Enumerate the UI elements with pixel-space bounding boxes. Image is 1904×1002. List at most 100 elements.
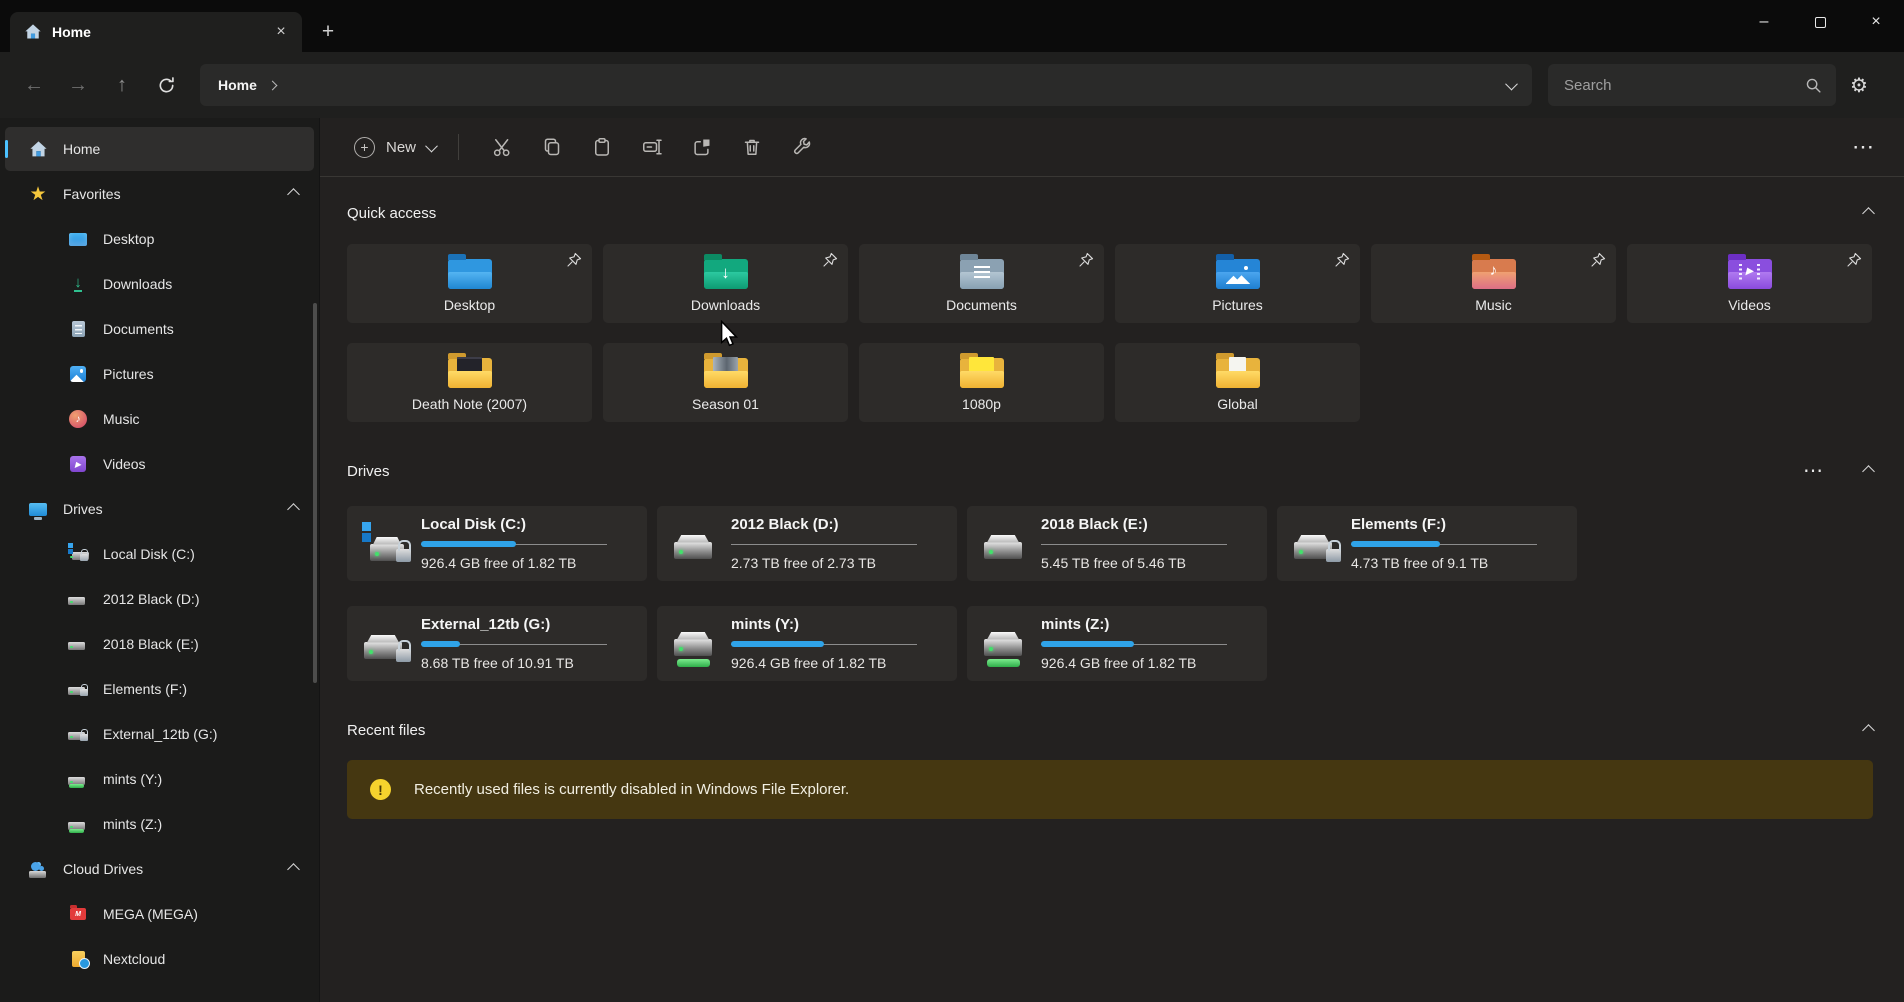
main-content: + New <box>320 118 1904 1002</box>
address-dropdown-icon[interactable] <box>1505 77 1518 90</box>
collapse-icon[interactable] <box>287 188 300 201</box>
home-icon <box>27 138 49 160</box>
sidebar-item-label: mints (Y:) <box>103 771 162 787</box>
sidebar-item-downloads[interactable]: ↓ Downloads <box>5 262 314 306</box>
collapse-icon[interactable] <box>287 863 300 876</box>
sidebar-item-documents[interactable]: Documents <box>5 307 314 351</box>
rename-button[interactable] <box>627 127 677 167</box>
sidebar-item-elements-f[interactable]: Elements (F:) <box>5 667 314 711</box>
drive-name: Elements (F:) <box>1351 516 1559 533</box>
drive-card-y[interactable]: mints (Y:) 926.4 GB free of 1.82 TB <box>657 606 957 681</box>
music-folder-icon: ♪ <box>1470 250 1518 292</box>
collapse-icon[interactable] <box>1862 207 1875 220</box>
sidebar-item-pictures[interactable]: Pictures <box>5 352 314 396</box>
tile-videos[interactable]: ▶ Videos <box>1627 244 1872 323</box>
sidebar-item-mega[interactable]: M MEGA (MEGA) <box>5 892 314 936</box>
drive-card-e[interactable]: 2018 Black (E:) 5.45 TB free of 5.46 TB <box>967 506 1267 581</box>
drive-card-f[interactable]: Elements (F:) 4.73 TB free of 9.1 TB <box>1277 506 1577 581</box>
network-drive-icon <box>67 813 89 835</box>
address-bar[interactable]: Home <box>200 64 1532 106</box>
back-button[interactable]: ← <box>12 65 56 105</box>
window-controls: – × <box>1736 0 1904 44</box>
collapse-icon[interactable] <box>1862 465 1875 478</box>
drive-card-c[interactable]: Local Disk (C:) 926.4 GB free of 1.82 TB <box>347 506 647 581</box>
tab-home[interactable]: Home × <box>10 12 302 52</box>
folder-icon <box>1214 349 1262 391</box>
documents-icon <box>67 318 89 340</box>
section-title: Quick access <box>347 205 436 222</box>
minimize-button[interactable]: – <box>1736 0 1792 44</box>
toolbar-more-button[interactable]: ⋯ <box>1852 136 1874 158</box>
drive-free-space: 926.4 GB free of 1.82 TB <box>421 555 629 571</box>
wrench-icon <box>792 137 812 157</box>
sidebar-item-2012-black-d[interactable]: 2012 Black (D:) <box>5 577 314 621</box>
drives-more-button[interactable]: ⋯ <box>1803 461 1824 481</box>
recent-files-header: Recent files <box>347 722 1873 739</box>
drive-free-space: 926.4 GB free of 1.82 TB <box>1041 655 1249 671</box>
cut-button[interactable] <box>477 127 527 167</box>
up-button[interactable]: ↑ <box>100 65 144 105</box>
sidebar-section-drives[interactable]: Drives <box>5 487 314 531</box>
refresh-icon <box>157 76 176 95</box>
breadcrumb[interactable]: Home <box>218 77 257 93</box>
drive-card-z[interactable]: mints (Z:) 926.4 GB free of 1.82 TB <box>967 606 1267 681</box>
network-drive-icon <box>981 620 1033 668</box>
tile-death-note[interactable]: Death Note (2007) <box>347 343 592 422</box>
tile-label: 1080p <box>867 396 1096 412</box>
pin-icon <box>1334 252 1350 268</box>
sidebar-item-videos[interactable]: ▶ Videos <box>5 442 314 486</box>
tile-season-01[interactable]: Season 01 <box>603 343 848 422</box>
tile-desktop[interactable]: Desktop <box>347 244 592 323</box>
refresh-button[interactable] <box>144 65 188 105</box>
tile-pictures[interactable]: Pictures <box>1115 244 1360 323</box>
tile-downloads[interactable]: ↓ Downloads <box>603 244 848 323</box>
delete-button[interactable] <box>727 127 777 167</box>
tools-button[interactable] <box>777 127 827 167</box>
tile-label: Documents <box>867 297 1096 313</box>
drive-card-g[interactable]: External_12tb (G:) 8.68 TB free of 10.91… <box>347 606 647 681</box>
collapse-icon[interactable] <box>287 503 300 516</box>
tile-global[interactable]: Global <box>1115 343 1360 422</box>
drive-card-d[interactable]: 2012 Black (D:) 2.73 TB free of 2.73 TB <box>657 506 957 581</box>
search-icon <box>1805 77 1822 94</box>
tile-music[interactable]: ♪ Music <box>1371 244 1616 323</box>
sidebar-item-local-disk-c[interactable]: Local Disk (C:) <box>5 532 314 576</box>
share-icon <box>692 137 712 157</box>
sidebar-item-2018-black-e[interactable]: 2018 Black (E:) <box>5 622 314 666</box>
trash-icon <box>742 137 762 157</box>
tile-label: Death Note (2007) <box>355 396 584 412</box>
collapse-icon[interactable] <box>1862 724 1875 737</box>
section-label: Drives <box>63 501 103 517</box>
sidebar-section-favorites[interactable]: ★ Favorites <box>5 172 314 216</box>
capacity-bar <box>1041 641 1227 647</box>
sidebar-item-external-12tb-g[interactable]: External_12tb (G:) <box>5 712 314 756</box>
tab-close-icon[interactable]: × <box>268 19 294 45</box>
sidebar-item-nextcloud[interactable]: Nextcloud <box>5 937 314 981</box>
settings-button[interactable]: ⚙ <box>1836 65 1882 105</box>
search-input[interactable]: Search <box>1548 64 1836 106</box>
sidebar-item-desktop[interactable]: Desktop <box>5 217 314 261</box>
forward-button[interactable]: → <box>56 65 100 105</box>
sidebar-section-cloud-drives[interactable]: Cloud Drives <box>5 847 314 891</box>
new-tab-button[interactable]: + <box>310 15 346 49</box>
music-icon: ♪ <box>67 408 89 430</box>
maximize-button[interactable] <box>1792 0 1848 44</box>
new-button[interactable]: + New <box>354 137 436 158</box>
desktop-icon <box>67 228 89 250</box>
breadcrumb-chevron-icon <box>267 80 277 90</box>
tile-documents[interactable]: Documents <box>859 244 1104 323</box>
sidebar-item-label: Nextcloud <box>103 951 165 967</box>
share-button[interactable] <box>677 127 727 167</box>
sidebar-item-mints-y[interactable]: mints (Y:) <box>5 757 314 801</box>
close-button[interactable]: × <box>1848 0 1904 44</box>
sidebar-item-mints-z[interactable]: mints (Z:) <box>5 802 314 846</box>
sidebar-item-home[interactable]: Home <box>5 127 314 171</box>
sidebar-scrollbar[interactable] <box>313 303 317 683</box>
tile-1080p[interactable]: 1080p <box>859 343 1104 422</box>
capacity-bar <box>1351 541 1537 547</box>
paste-button[interactable] <box>577 127 627 167</box>
copy-button[interactable] <box>527 127 577 167</box>
capacity-bar <box>731 641 917 647</box>
sidebar-item-music[interactable]: ♪ Music <box>5 397 314 441</box>
videos-folder-icon: ▶ <box>1726 250 1774 292</box>
